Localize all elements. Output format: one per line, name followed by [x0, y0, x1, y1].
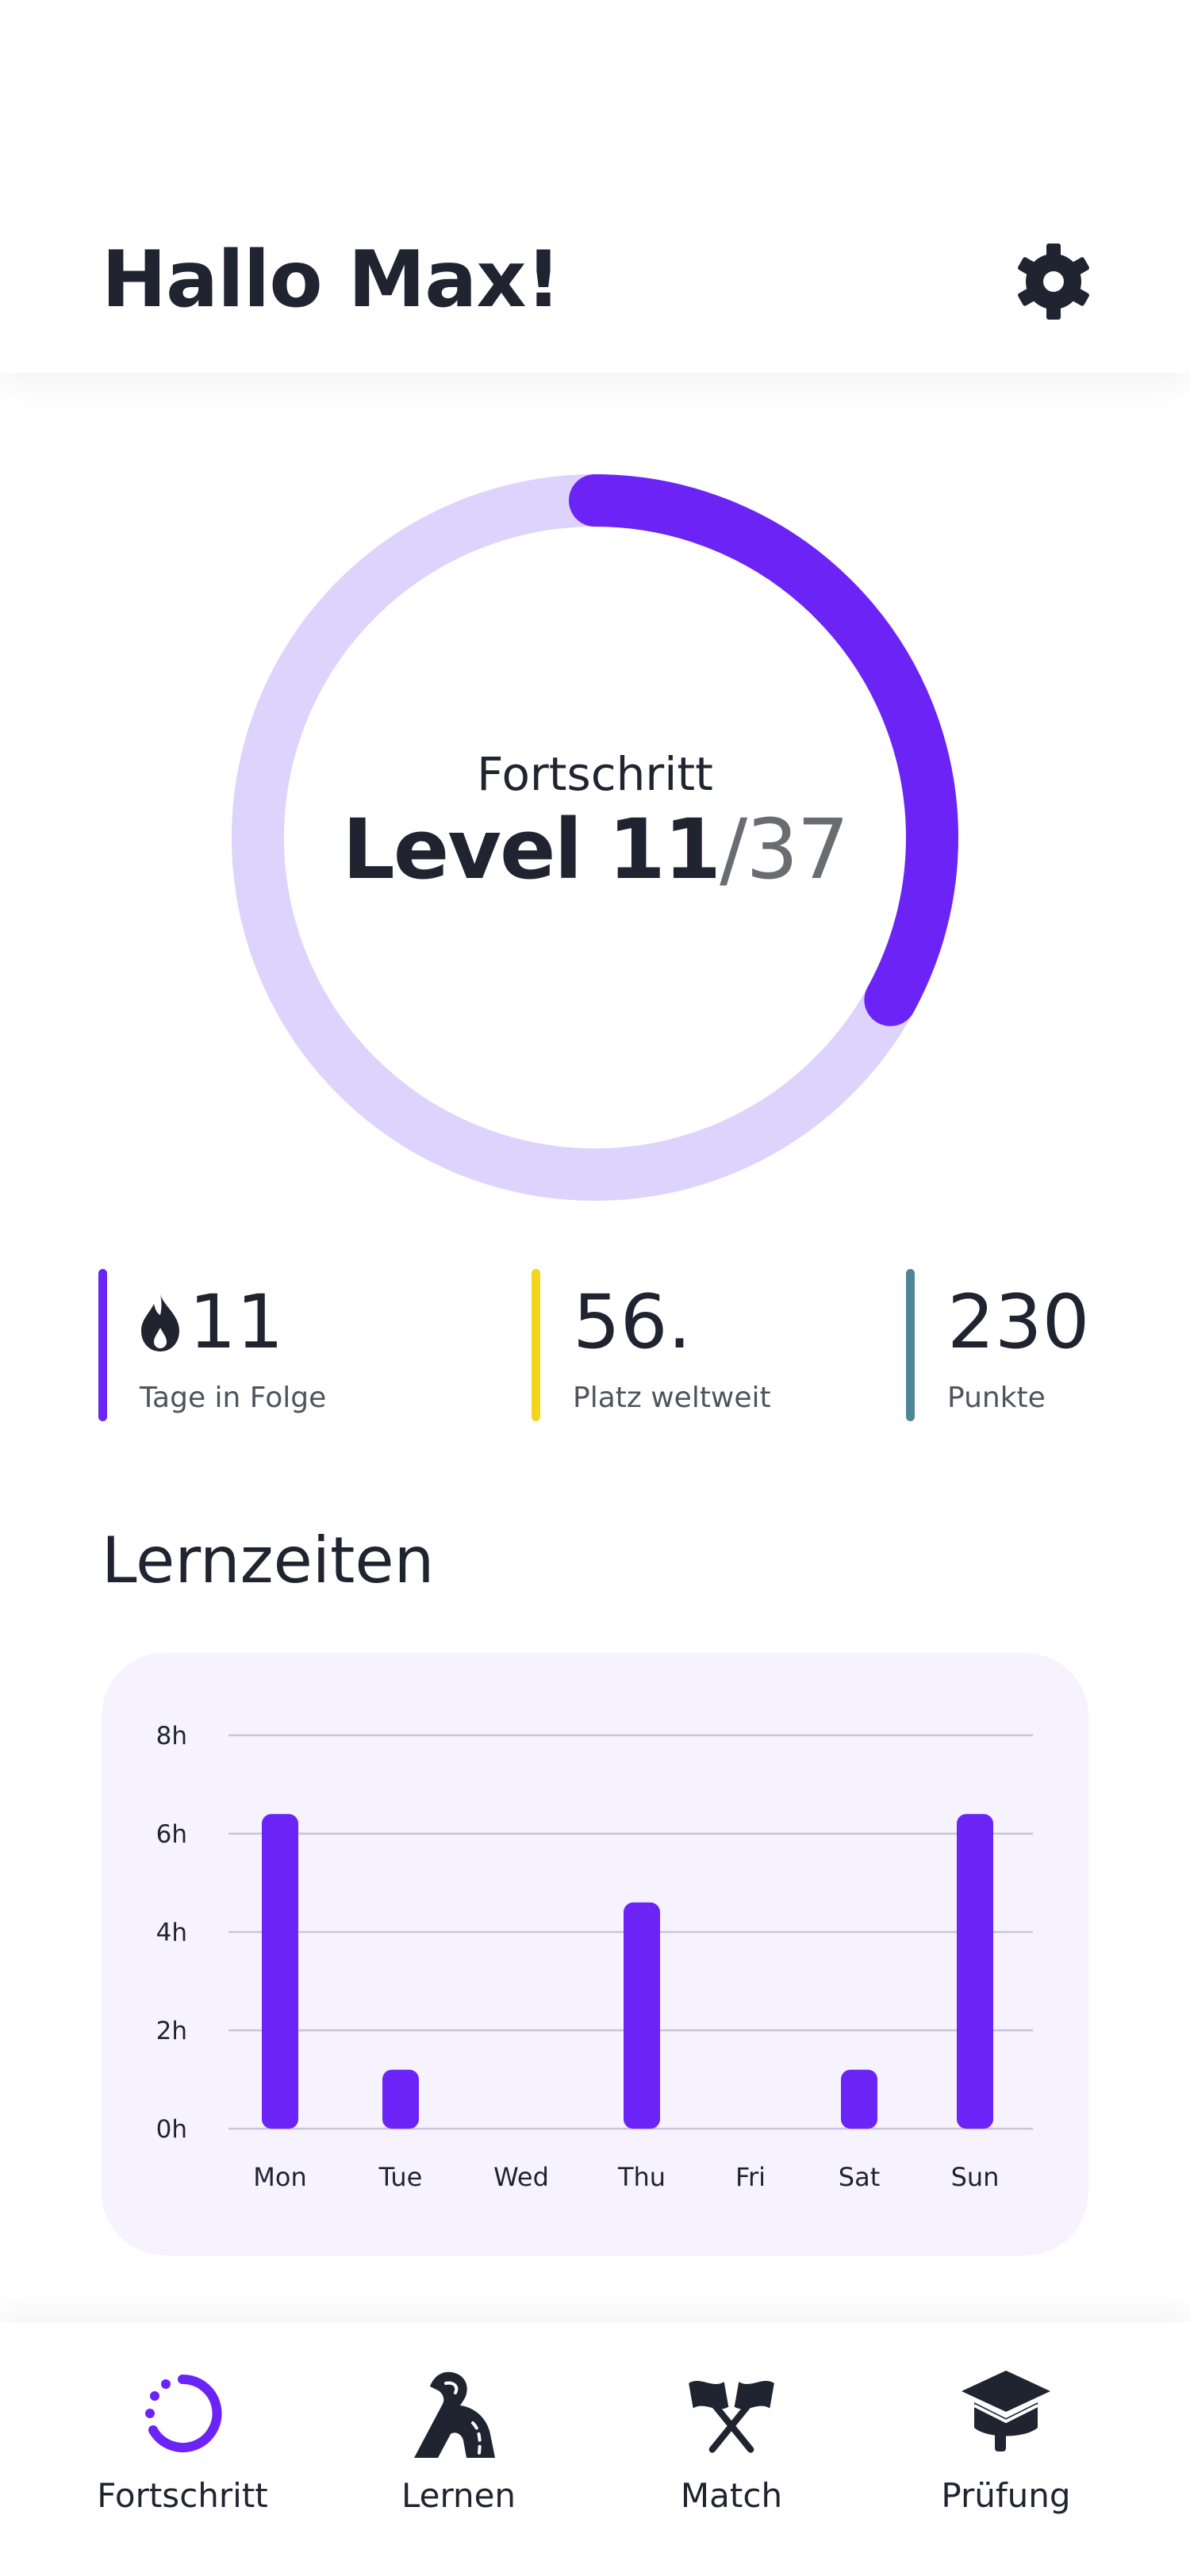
y-tick-label: 0h: [156, 2115, 187, 2144]
stat-rank-caption: Platz weltweit: [573, 1382, 771, 1414]
x-tick-label-sat: Sat: [839, 2162, 880, 2192]
stat-rank-value: 56.: [573, 1279, 692, 1366]
x-tick-label-tue: Tue: [378, 2162, 423, 2192]
nav-item-lernen[interactable]: Lernen: [340, 2322, 578, 2528]
progress-ring-icon: [145, 2374, 222, 2452]
stat-accent-bar: [906, 1269, 915, 1421]
learning-times-title: Lernzeiten: [102, 1524, 435, 1597]
total-levels-text: /37: [720, 801, 849, 898]
nav-item-pruefung[interactable]: Prüfung: [887, 2322, 1125, 2528]
chart-bar-sun: [957, 1814, 993, 2129]
settings-button[interactable]: [1006, 238, 1101, 325]
graduation-cap-icon: [962, 2371, 1050, 2451]
flame-icon: [141, 1294, 179, 1351]
nav-label-match: Match: [680, 2476, 783, 2515]
stat-streak-value: 11: [189, 1279, 284, 1366]
gear-icon: [1018, 243, 1089, 320]
stat-accent-bar: [98, 1269, 107, 1421]
level-indicator: Level 11/37: [342, 801, 849, 898]
nav-label-pruefung: Prüfung: [941, 2476, 1071, 2515]
progress-label: Fortschritt: [477, 747, 713, 801]
x-tick-label-sun: Sun: [951, 2162, 1000, 2192]
x-tick-label-wed: Wed: [493, 2162, 549, 2192]
stat-accent-bar: [532, 1269, 540, 1421]
nav-item-fortschritt[interactable]: Fortschritt: [63, 2322, 301, 2528]
y-tick-label: 6h: [156, 1820, 187, 1849]
learning-times-chart: 0h 2h 4h 6h 8h Mon Tue Wed Thu Fri Sat Sun: [156, 1722, 1033, 2192]
crossed-flags-icon: [689, 2381, 774, 2453]
nav-label-fortschritt: Fortschritt: [97, 2476, 268, 2515]
nav-label-lernen: Lernen: [401, 2476, 516, 2515]
learning-times-chart-card: 0h 2h 4h 6h 8h Mon Tue Wed Thu Fri Sat Sun: [102, 1653, 1088, 2256]
header: Hallo Max!: [0, 0, 1190, 373]
road-icon: [414, 2371, 495, 2458]
stat-points-value: 230: [947, 1279, 1090, 1366]
chart-bar-thu: [624, 1902, 660, 2129]
greeting-title: Hallo Max!: [102, 235, 561, 325]
stat-points-caption: Punkte: [947, 1382, 1046, 1414]
bottom-navigation: Fortschritt Lernen Match Prüfung: [0, 2322, 1190, 2576]
x-tick-label-fri: Fri: [735, 2162, 766, 2192]
chart-bar-mon: [262, 1814, 298, 2129]
x-tick-label-thu: Thu: [617, 2162, 666, 2192]
y-tick-label: 8h: [156, 1722, 187, 1750]
current-level-text: Level 11: [342, 801, 721, 898]
x-tick-label-mon: Mon: [253, 2162, 306, 2192]
y-tick-label: 4h: [156, 1919, 187, 1947]
chart-bar-tue: [382, 2069, 419, 2129]
y-tick-label: 2h: [156, 2017, 187, 2045]
chart-bar-sat: [841, 2069, 877, 2129]
nav-item-match[interactable]: Match: [612, 2322, 850, 2528]
level-progress-ring: Fortschritt Level 11/37: [232, 474, 958, 1201]
stat-streak-caption: Tage in Folge: [140, 1382, 327, 1414]
